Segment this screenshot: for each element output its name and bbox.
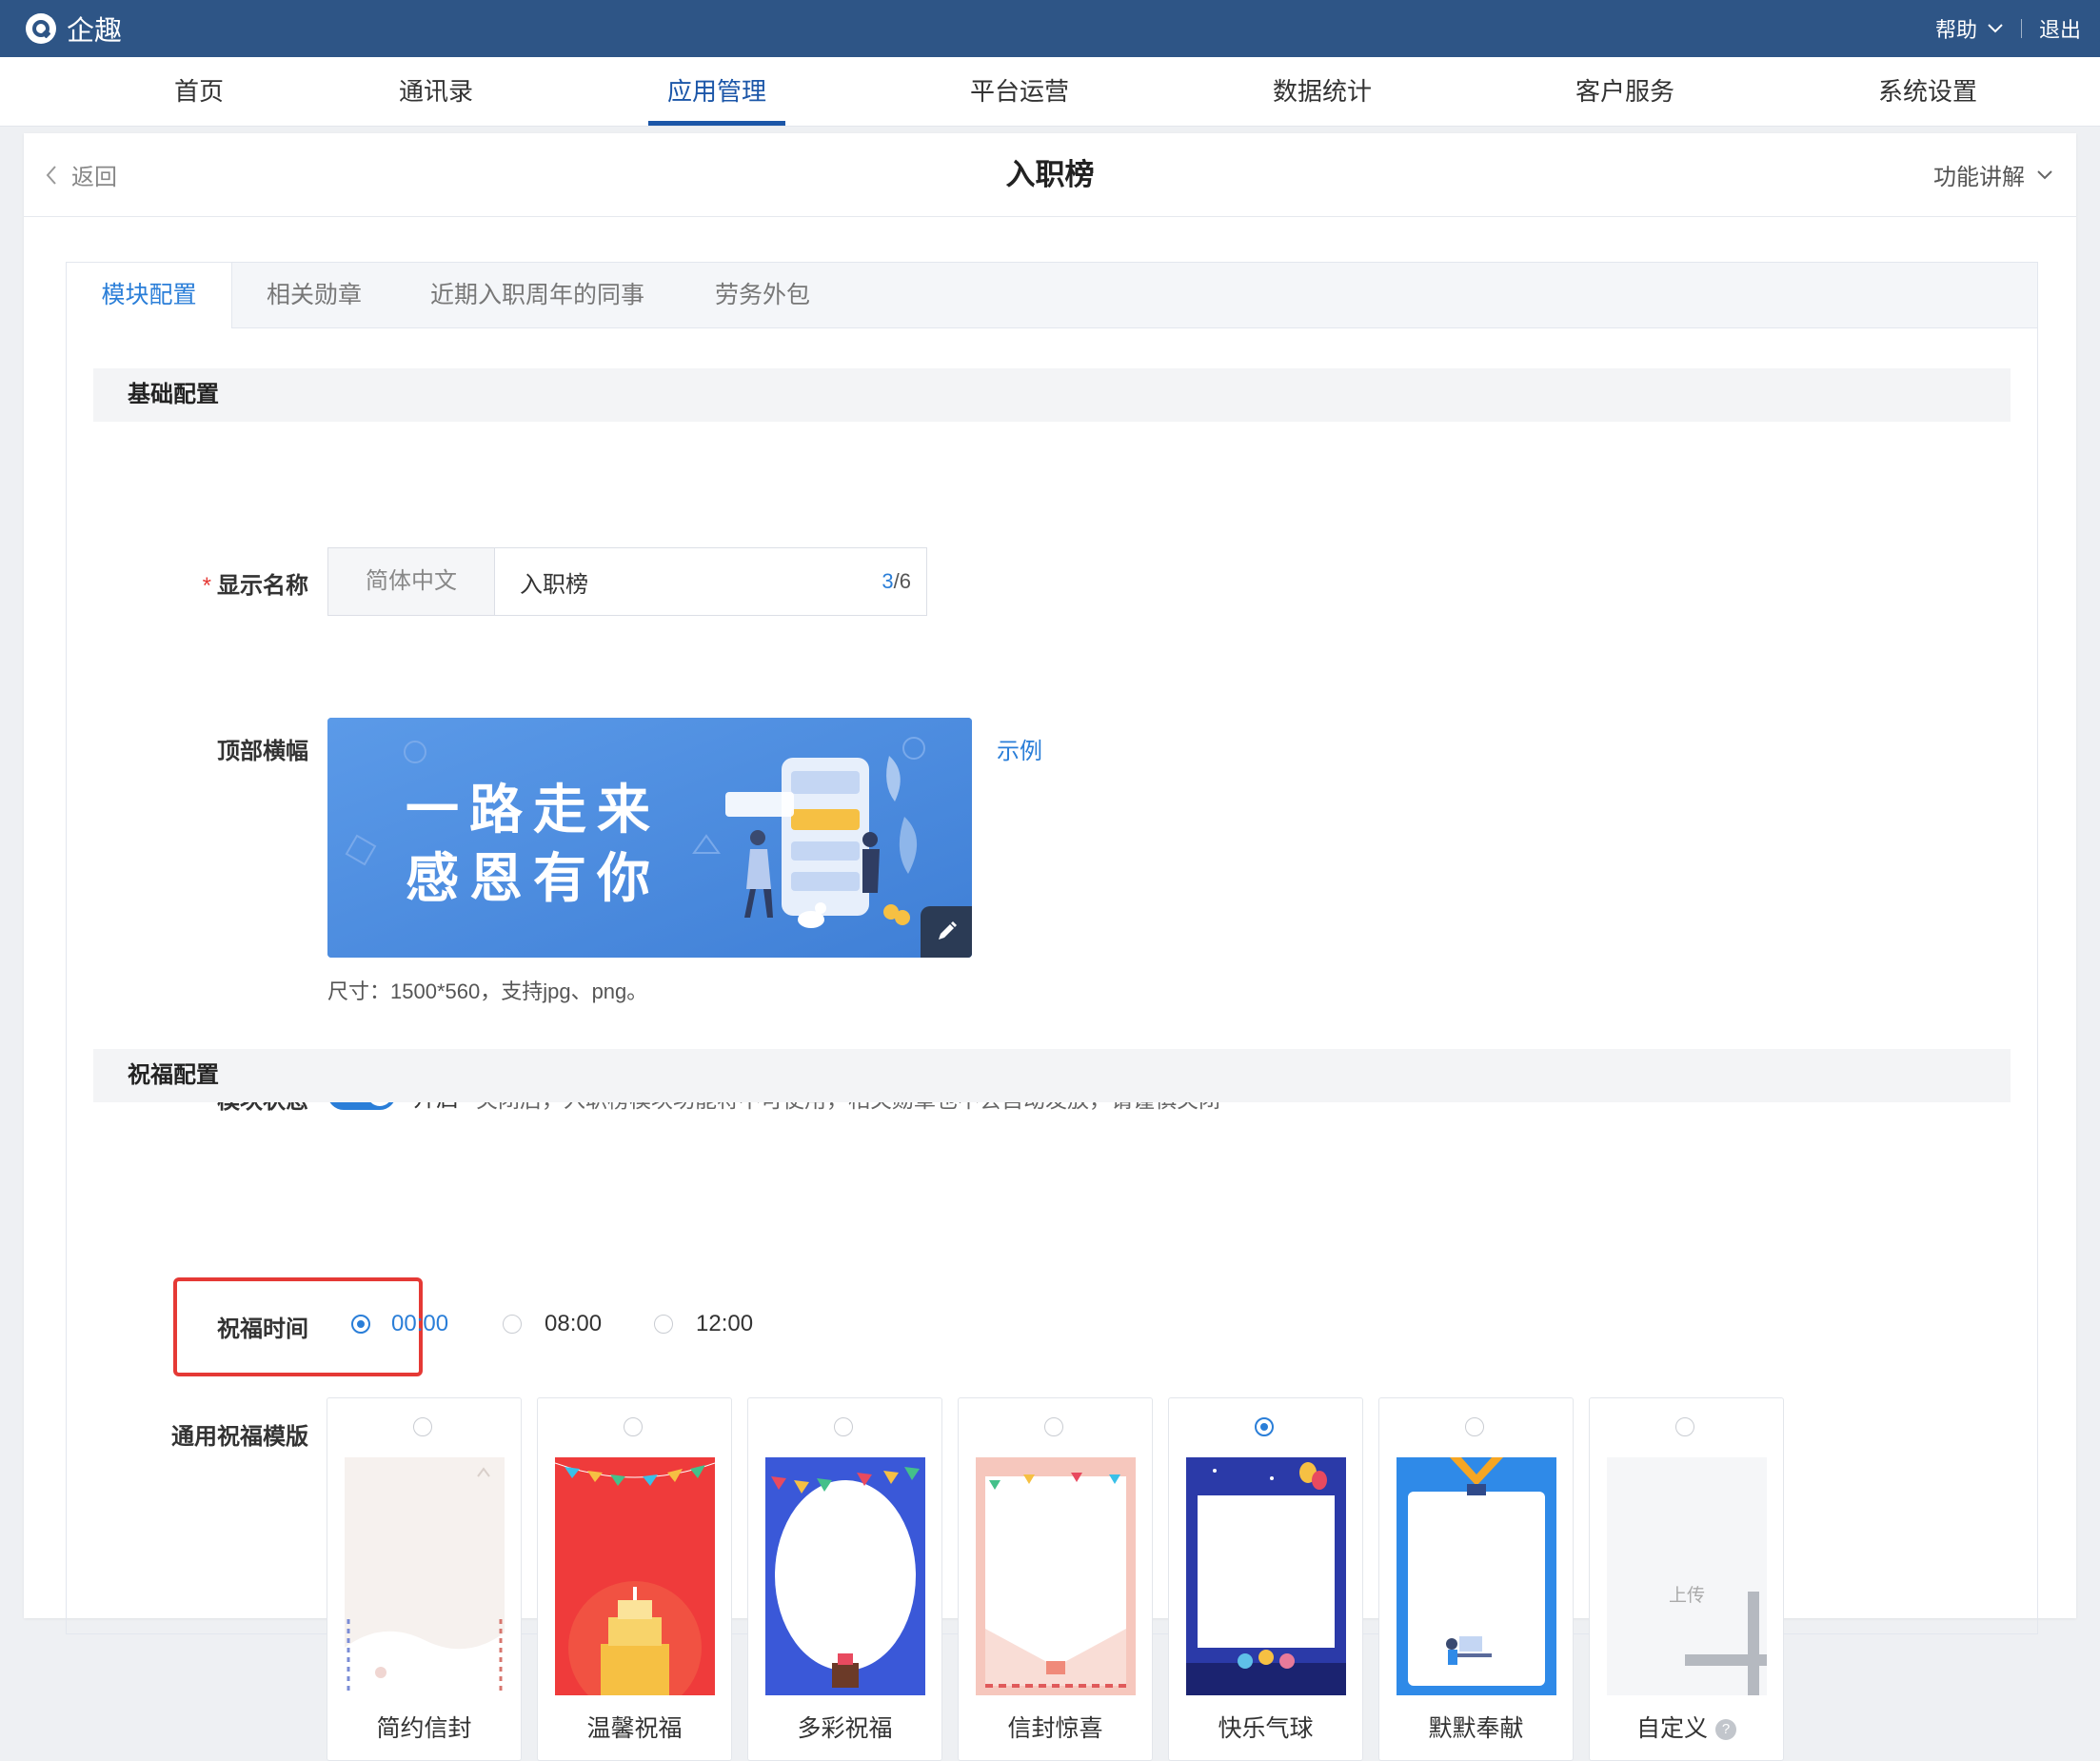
template-radio[interactable]: [624, 1417, 643, 1436]
app-logo[interactable]: 企趣: [25, 10, 122, 48]
template-name: 快乐气球: [1218, 1715, 1314, 1742]
display-name-field: 简体中文 入职榜 3/6: [327, 547, 927, 616]
nav-item-contacts[interactable]: 通讯录: [399, 57, 473, 126]
chevron-down-icon: [2037, 169, 2052, 179]
display-name-label: * 显示名称: [202, 573, 308, 599]
template-name-custom: 自定义?: [1590, 1710, 1783, 1744]
tab-bar: 模块配置 相关勋章 近期入职周年的同事 劳务外包: [67, 263, 2037, 328]
back-label: 返回: [71, 165, 117, 190]
nav-item-statistics[interactable]: 数据统计: [1273, 57, 1372, 126]
section-title: 祝福配置: [128, 1062, 219, 1088]
template-radio[interactable]: [1255, 1417, 1274, 1436]
template-thumbnail: [555, 1457, 715, 1695]
nav-item-customer-service[interactable]: 客户服务: [1575, 57, 1674, 126]
tab-recent-anniversary[interactable]: 近期入职周年的同事: [430, 263, 644, 327]
upload-area[interactable]: 上传: [1607, 1457, 1767, 1695]
section-blessing-config: 祝福配置: [93, 1049, 2011, 1102]
edit-banner-button[interactable]: [921, 906, 972, 958]
nav-item-system-settings[interactable]: 系统设置: [1878, 57, 1977, 126]
template-thumbnail: [1397, 1457, 1556, 1695]
template-radio[interactable]: [1465, 1417, 1484, 1436]
template-name: 温馨祝福: [586, 1715, 683, 1742]
top-bar: 企趣 帮助 退出: [0, 0, 2100, 57]
language-tag: 简体中文: [328, 548, 495, 615]
page-header: 入职榜 返回 功能讲解: [24, 133, 2076, 217]
nav-item-home[interactable]: 首页: [174, 57, 224, 126]
template-thumbnail: [1186, 1457, 1346, 1695]
pencil-icon: [939, 921, 957, 940]
main-nav: 首页 通讯录 应用管理 平台运营 数据统计 客户服务 系统设置: [0, 57, 2100, 127]
template-radio[interactable]: [1044, 1417, 1063, 1436]
chevron-left-icon: [46, 165, 56, 185]
main-card: 入职榜 返回 功能讲解 模块配置 相关勋章 近期入职周年的同事 劳务外包 基础配…: [24, 133, 2076, 1761]
template-radio[interactable]: [413, 1417, 432, 1436]
chevron-down-icon: [1988, 24, 2003, 33]
template-name: 默默奉献: [1428, 1715, 1524, 1742]
logout-link[interactable]: 退出: [2039, 13, 2081, 44]
tab-related-badges[interactable]: 相关勋章: [267, 263, 362, 327]
template-name: 多彩祝福: [797, 1715, 893, 1742]
template-card-colorful-wishes[interactable]: 多彩祝福: [747, 1397, 942, 1761]
tab-module-config[interactable]: 模块配置: [67, 263, 232, 328]
feature-guide-menu[interactable]: 功能讲解: [1933, 133, 2053, 216]
template-card-envelope-surprise[interactable]: 信封惊喜: [958, 1397, 1153, 1761]
section-basic-config: 基础配置: [93, 368, 2011, 422]
banner-size-hint: 尺寸：1500*560，支持jpg、png。: [327, 979, 648, 1003]
template-card-simple-envelope[interactable]: 简约信封: [327, 1397, 522, 1761]
config-panel: 模块配置 相关勋章 近期入职周年的同事 劳务外包 基础配置 * 显示名称 简体中文…: [66, 262, 2038, 1761]
back-button[interactable]: 返回: [45, 133, 117, 216]
template-radio[interactable]: [1675, 1417, 1694, 1436]
app-name: 企趣: [67, 16, 123, 47]
radio-time-1200-label[interactable]: 12:00: [696, 1311, 753, 1337]
example-link[interactable]: 示例: [997, 732, 1042, 765]
nav-item-platform-operation[interactable]: 平台运营: [970, 57, 1069, 126]
banner-text-line1: 一路走来: [406, 780, 661, 840]
radio-time-1200[interactable]: [654, 1315, 673, 1334]
nav-active-indicator: [648, 121, 785, 126]
top-right-menu: 帮助 退出: [1935, 0, 2081, 57]
plus-icon: [1685, 1592, 1767, 1695]
template-thumbnail: [976, 1457, 1136, 1695]
radio-time-0000[interactable]: [351, 1315, 370, 1334]
template-label: 通用祝福模版: [171, 1424, 308, 1450]
divider: [2020, 19, 2022, 38]
radio-time-0800-label[interactable]: 08:00: [545, 1311, 602, 1337]
blessing-time-label: 祝福时间: [217, 1316, 308, 1342]
template-radio[interactable]: [834, 1417, 853, 1436]
upload-label: 上传: [1668, 1586, 1705, 1606]
template-card-custom[interactable]: 上传 自定义?: [1589, 1397, 1784, 1761]
template-card-warm-wishes[interactable]: 温馨祝福: [537, 1397, 732, 1761]
banner-text-line2: 感恩有你: [406, 848, 661, 908]
template-name: 信封惊喜: [1007, 1715, 1103, 1742]
help-label: 帮助: [1934, 18, 1977, 42]
tab-labor-outsourcing[interactable]: 劳务外包: [715, 263, 810, 327]
section-title: 基础配置: [128, 382, 219, 407]
template-card-silent-dedication[interactable]: 默默奉献: [1378, 1397, 1574, 1761]
display-name-input[interactable]: 入职榜: [495, 565, 882, 599]
top-banner-label: 顶部横幅: [217, 739, 308, 764]
radio-time-0800[interactable]: [503, 1315, 522, 1334]
page-title: 入职榜: [1005, 158, 1095, 191]
top-banner-image: 一路走来 感恩有你: [327, 718, 972, 958]
template-name: 简约信封: [376, 1715, 472, 1742]
logo-icon: [26, 13, 56, 44]
required-mark: *: [202, 573, 211, 599]
upload-box[interactable]: 上传: [1607, 1457, 1767, 1695]
template-card-happy-balloon[interactable]: 快乐气球: [1168, 1397, 1363, 1761]
feature-guide-label: 功能讲解: [1933, 165, 2025, 190]
char-counter: 3/6: [882, 569, 911, 593]
template-thumbnail: [345, 1457, 505, 1695]
template-thumbnail: [765, 1457, 925, 1695]
help-menu[interactable]: 帮助: [1935, 13, 2004, 44]
radio-time-0000-label[interactable]: 00:00: [391, 1311, 448, 1337]
help-question-icon[interactable]: ?: [1715, 1719, 1736, 1741]
nav-item-app-management[interactable]: 应用管理: [667, 57, 766, 126]
